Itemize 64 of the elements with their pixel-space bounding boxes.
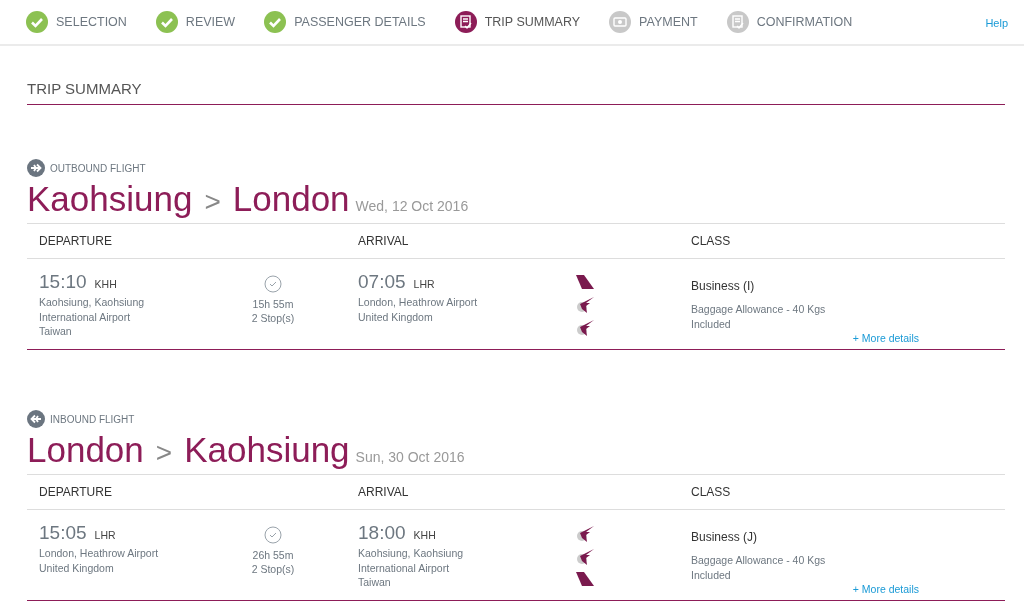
airport-detail: International Airport bbox=[39, 309, 132, 324]
stop-count: 2 Stop(s) bbox=[251, 562, 295, 576]
airport-detail: London, Heathrow Airport bbox=[358, 295, 479, 310]
flight-date: Wed, 12 Oct 2016 bbox=[355, 198, 469, 214]
progress-step[interactable]: SELECTION bbox=[26, 11, 127, 33]
origin-city: Kaohsiung bbox=[27, 179, 193, 219]
tail-fin-icon bbox=[575, 570, 595, 587]
route-separator: > bbox=[155, 437, 173, 469]
baggage-info: Included bbox=[691, 567, 732, 582]
oryx-logo-icon bbox=[575, 295, 595, 313]
airport-detail: Taiwan bbox=[358, 575, 392, 590]
airport-code: LHR bbox=[413, 277, 435, 292]
help-link[interactable]: Help bbox=[985, 17, 1008, 29]
progress-step[interactable]: CONFIRMATION bbox=[726, 11, 853, 33]
progress-step[interactable]: TRIP SUMMARY bbox=[454, 11, 581, 33]
page-title: TRIP SUMMARY bbox=[27, 80, 1005, 105]
destination-city: London bbox=[232, 179, 350, 219]
airport-detail: United Kingdom bbox=[39, 560, 115, 575]
flight-direction-label: INBOUND FLIGHT bbox=[50, 413, 135, 425]
airport-code: LHR bbox=[94, 528, 116, 543]
column-header: DEPARTURE bbox=[38, 234, 113, 248]
column-header: ARRIVAL bbox=[357, 234, 410, 248]
column-header: CLASS bbox=[690, 485, 732, 499]
more-details-link[interactable]: + More details bbox=[852, 332, 919, 344]
departure-time: 15:05 bbox=[39, 522, 87, 544]
origin-city: London bbox=[27, 430, 144, 470]
more-details-link[interactable]: + More details bbox=[852, 583, 919, 595]
progress-step[interactable]: REVIEW bbox=[155, 11, 236, 33]
flight-direction-label: OUTBOUND FLIGHT bbox=[50, 162, 146, 174]
airport-detail: International Airport bbox=[358, 560, 451, 575]
airport-detail: Kaohsiung, Kaohsiung bbox=[358, 546, 465, 561]
stop-count: 2 Stop(s) bbox=[251, 311, 295, 325]
oryx-logo-icon bbox=[575, 318, 595, 336]
arrival-time: 18:00 bbox=[358, 522, 406, 544]
progress-step[interactable]: PAYMENT bbox=[609, 11, 698, 33]
progress-step[interactable]: PASSENGER DETAILS bbox=[264, 11, 426, 33]
flight-date: Sun, 30 Oct 2016 bbox=[355, 449, 465, 465]
baggage-info: Included bbox=[691, 316, 732, 331]
route-separator: > bbox=[204, 186, 221, 218]
destination-city: Kaohsiung bbox=[184, 430, 350, 470]
arrival-time: 07:05 bbox=[358, 271, 406, 293]
airport-code: KHH bbox=[413, 528, 436, 543]
clock-icon bbox=[264, 526, 282, 544]
clock-icon bbox=[264, 275, 282, 293]
departure-time: 15:10 bbox=[39, 271, 87, 293]
class-name: Business (J) bbox=[691, 530, 759, 544]
airport-code: KHH bbox=[94, 277, 117, 292]
column-header: CLASS bbox=[690, 234, 732, 248]
oryx-logo-icon bbox=[575, 547, 595, 565]
airport-detail: Kaohsiung, Kaohsiung bbox=[39, 295, 146, 310]
class-name: Business (I) bbox=[691, 279, 756, 293]
column-header: ARRIVAL bbox=[357, 485, 410, 499]
airport-detail: London, Heathrow Airport bbox=[39, 546, 160, 561]
airport-detail: Taiwan bbox=[39, 324, 73, 339]
flight-duration: 15h 55m bbox=[252, 297, 294, 311]
oryx-logo-icon bbox=[575, 524, 595, 542]
airport-detail: United Kingdom bbox=[358, 309, 434, 324]
column-header: DEPARTURE bbox=[38, 485, 113, 499]
tail-fin-icon bbox=[575, 273, 595, 290]
flight-duration: 26h 55m bbox=[252, 548, 294, 562]
baggage-info: Baggage Allowance - 40 Kgs bbox=[691, 302, 826, 317]
baggage-info: Baggage Allowance - 40 Kgs bbox=[691, 553, 826, 568]
airplane-icon bbox=[27, 410, 45, 428]
airplane-icon bbox=[27, 159, 45, 177]
